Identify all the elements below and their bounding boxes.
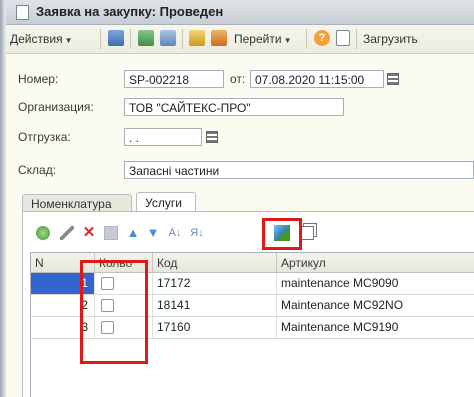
row-number: 3 [31,317,95,338]
toolbar-separator [182,29,183,49]
article-cell: Maintenance MC92NO [277,295,474,316]
title-bar: Заявка на закупку: Проведен [6,0,474,25]
date-label: от: [230,72,246,86]
tab-services[interactable]: Услуги [136,192,196,212]
move-up-icon[interactable]: ▲ [126,226,140,240]
end-edit-icon[interactable] [104,226,118,240]
number-label: Номер: [18,72,59,86]
quantity-checkbox[interactable] [101,277,114,290]
document-window: Заявка на закупку: Проведен Действия ▼ Пе… [6,0,474,397]
chevron-down-icon: ▼ [64,36,73,45]
fill-quantity-icon[interactable] [274,225,290,241]
column-header-code[interactable]: Код [153,253,277,273]
toolbar-separator [356,29,357,49]
print-document-icon[interactable] [211,30,227,46]
organization-label: Организация: [18,100,94,114]
table-row[interactable]: 3 17160 Maintenance MC9190 [31,317,474,339]
code-cell: 17160 [153,317,277,338]
quantity-cell[interactable] [95,273,153,294]
article-cell: maintenance MC9090 [277,273,474,294]
warehouse-field[interactable]: Запасні частини [124,161,474,179]
post-document-icon[interactable] [108,30,124,46]
calendar-icon[interactable] [387,73,399,85]
table-row[interactable]: 2 18141 Maintenance MC92NO [31,295,474,317]
refresh-icon[interactable] [138,30,154,46]
shipment-label: Отгрузка: [18,130,71,144]
shipment-date-field[interactable]: . . [124,128,202,146]
document-list-icon[interactable] [336,30,350,46]
document-icon [16,5,29,20]
services-table: N Колво Код Артикул 1 17172 maintenance … [30,252,474,397]
code-cell: 18141 [153,295,277,316]
tab-nomenclature[interactable]: Номенклатура [22,194,132,212]
column-header-article[interactable]: Артикул [277,253,474,273]
add-row-icon[interactable] [36,226,50,240]
delete-row-icon[interactable]: ✕ [82,225,96,240]
organization-field[interactable]: ТОВ "САЙТЕКС-ПРО" [124,98,344,116]
edit-row-icon[interactable] [60,226,74,240]
column-header-quantity[interactable]: Колво [95,253,153,273]
quantity-cell[interactable] [95,317,153,338]
copy-document-icon[interactable] [160,30,176,46]
toolbar-separator [306,29,307,49]
move-down-icon[interactable]: ▼ [146,226,160,240]
code-cell: 17172 [153,273,277,294]
actions-label: Действия [10,32,63,46]
toolbar-separator [130,29,131,49]
column-header-n[interactable]: N [31,253,95,273]
load-button[interactable]: Загрузить [363,30,418,48]
goto-menu-button[interactable]: Перейти ▼ [234,30,291,48]
article-cell: Maintenance MC9190 [277,317,474,338]
actions-menu-button[interactable]: Действия ▼ [10,30,73,48]
date-field[interactable]: 07.08.2020 11:15:00 [250,70,384,88]
help-icon[interactable]: ? [314,30,330,46]
number-field[interactable]: SP-002218 [124,70,224,88]
quantity-checkbox[interactable] [101,299,114,312]
copy-rows-icon[interactable] [300,226,314,240]
chevron-down-icon: ▼ [283,36,292,45]
toolbar-separator [100,29,101,49]
row-number: 1 [31,273,95,294]
table-row[interactable]: 1 17172 maintenance MC9090 [31,273,474,295]
quantity-checkbox[interactable] [101,321,114,334]
window-title: Заявка на закупку: Проведен [36,4,224,19]
structure-icon[interactable] [189,30,205,46]
main-toolbar: Действия ▼ Перейти ▼ ? Загрузить [6,25,474,54]
goto-label: Перейти [234,32,282,46]
calendar-icon[interactable] [206,131,218,143]
sort-ascending-icon[interactable]: A↓ [168,226,182,240]
warehouse-label: Склад: [18,163,57,177]
row-number: 2 [31,295,95,316]
quantity-cell[interactable] [95,295,153,316]
sort-descending-icon[interactable]: Я↓ [190,226,204,240]
